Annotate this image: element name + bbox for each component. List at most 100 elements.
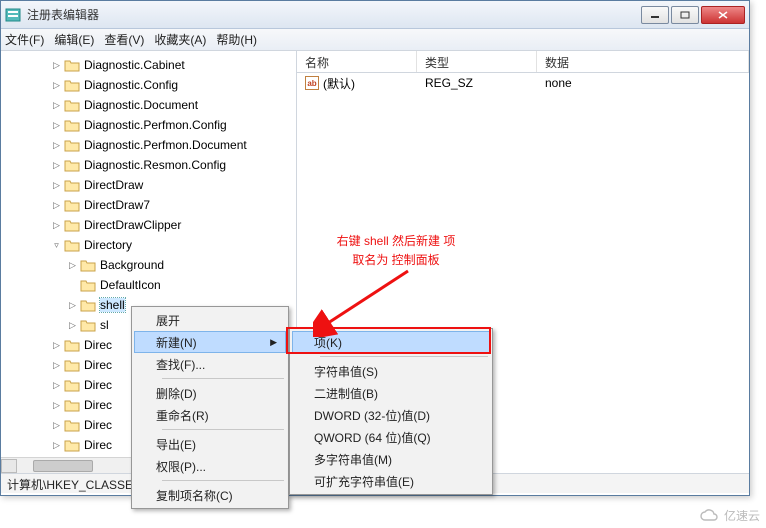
expand-icon[interactable]: ▷ [51, 160, 62, 171]
expand-icon[interactable]: ▷ [51, 400, 62, 411]
expand-icon[interactable]: ▷ [51, 100, 62, 111]
menu-item-label: 字符串值(S) [314, 363, 378, 380]
tree-label: sl [100, 318, 109, 332]
menu-item-label: 新建(N) [156, 334, 197, 351]
close-button[interactable] [701, 6, 745, 24]
menu-item-label: 删除(D) [156, 385, 197, 402]
expand-icon[interactable]: ▷ [51, 420, 62, 431]
regedit-window: 注册表编辑器 文件(F) 编辑(E) 查看(V) 收藏夹(A) 帮助(H) ▷D… [0, 0, 750, 496]
tree-label: Direc [84, 378, 112, 392]
menu-item[interactable]: 展开 [134, 309, 286, 331]
menu-item-label: QWORD (64 位)值(Q) [314, 429, 431, 446]
value-type: REG_SZ [417, 76, 537, 90]
expand-icon[interactable]: ▷ [51, 120, 62, 131]
tree-label: Background [100, 258, 164, 272]
menu-item-label: 复制项名称(C) [156, 487, 233, 504]
tree-node[interactable]: ▷DirectDrawClipper [1, 215, 296, 235]
scroll-thumb[interactable] [33, 460, 93, 472]
minimize-button[interactable] [641, 6, 669, 24]
list-row[interactable]: ab (默认) REG_SZnone [297, 73, 749, 93]
col-type[interactable]: 类型 [417, 51, 537, 72]
expand-icon[interactable]: ▿ [51, 240, 62, 251]
tree-label: Diagnostic.Perfmon.Document [84, 138, 247, 152]
menu-separator [162, 480, 284, 481]
expand-icon[interactable]: ▷ [51, 220, 62, 231]
col-name[interactable]: 名称 [297, 51, 417, 72]
menu-item-label: 导出(E) [156, 436, 196, 453]
expand-icon[interactable]: ▷ [51, 340, 62, 351]
tree-node[interactable]: ▷ Diagnostic.Resmon.Config [1, 155, 296, 175]
tree-node[interactable]: ▷ Diagnostic.Document [1, 95, 296, 115]
expand-icon[interactable]: ▷ [51, 380, 62, 391]
menu-item[interactable]: 重命名(R) [134, 404, 286, 426]
value-data: none [537, 76, 749, 90]
expand-icon[interactable]: ▷ [51, 360, 62, 371]
expand-icon[interactable]: ▷ [51, 80, 62, 91]
tree-label: Direc [84, 338, 112, 352]
menu-file[interactable]: 文件(F) [5, 31, 44, 48]
menu-fav[interactable]: 收藏夹(A) [154, 31, 206, 48]
menu-item[interactable]: QWORD (64 位)值(Q) [292, 426, 490, 448]
value-name: (默认) [323, 75, 355, 92]
tree-node[interactable]: ▷ Diagnostic.Cabinet [1, 55, 296, 75]
menubar: 文件(F) 编辑(E) 查看(V) 收藏夹(A) 帮助(H) [1, 29, 749, 51]
scroll-left-button[interactable] [1, 459, 17, 473]
menu-item-label: 可扩充字符串值(E) [314, 473, 414, 490]
expand-icon[interactable]: ▷ [51, 180, 62, 191]
menu-item[interactable]: 可扩充字符串值(E) [292, 470, 490, 492]
list-header: 名称 类型 数据 [297, 51, 749, 73]
menu-item[interactable]: 权限(P)... [134, 455, 286, 477]
maximize-button[interactable] [671, 6, 699, 24]
tree-label: Diagnostic.Cabinet [84, 58, 185, 72]
menu-item-label: 展开 [156, 312, 180, 329]
tree-node[interactable]: ▷Diagnostic.Perfmon.Config [1, 115, 296, 135]
tree-node[interactable]: ▷ DirectDraw7 [1, 195, 296, 215]
tree-node[interactable]: ▷DirectDraw [1, 175, 296, 195]
menu-item-label: DWORD (32-位)值(D) [314, 407, 430, 424]
tree-node[interactable]: ▷ Diagnostic.Perfmon.Document [1, 135, 296, 155]
menu-edit[interactable]: 编辑(E) [54, 31, 94, 48]
menu-view[interactable]: 查看(V) [104, 31, 144, 48]
tree-node[interactable]: ▷ Background [1, 255, 296, 275]
menu-item-label: 查找(F)... [156, 356, 205, 373]
menu-item[interactable]: 查找(F)... [134, 353, 286, 375]
tree-label: Direc [84, 418, 112, 432]
tree-label: Diagnostic.Resmon.Config [84, 158, 226, 172]
tree-node[interactable]: ▷ Diagnostic.Config [1, 75, 296, 95]
expand-icon[interactable]: ▷ [51, 440, 62, 451]
expand-icon[interactable]: ▷ [67, 260, 78, 271]
menu-item-label: 二进制值(B) [314, 385, 378, 402]
expand-icon[interactable]: ▷ [67, 300, 78, 311]
menu-item-label: 权限(P)... [156, 458, 206, 475]
menu-item[interactable]: 新建(N) ▶ [134, 331, 286, 353]
tree-label: shell [100, 298, 125, 312]
expand-icon[interactable]: ▷ [51, 200, 62, 211]
menu-separator [162, 378, 284, 379]
col-data[interactable]: 数据 [537, 51, 749, 72]
app-icon [5, 7, 21, 23]
menu-item[interactable]: DWORD (32-位)值(D) [292, 404, 490, 426]
expand-icon[interactable]: ▷ [51, 140, 62, 151]
expand-icon[interactable]: ▷ [67, 320, 78, 331]
tree-node[interactable]: DefaultIcon [1, 275, 296, 295]
submenu-arrow-icon: ▶ [270, 337, 277, 348]
tree-label: Diagnostic.Document [84, 98, 198, 112]
tree-node[interactable]: ▿Directory [1, 235, 296, 255]
window-title: 注册表编辑器 [27, 6, 639, 23]
menu-item[interactable]: 导出(E) [134, 433, 286, 455]
menu-item[interactable]: 删除(D) [134, 382, 286, 404]
tree-label: DirectDraw7 [84, 198, 150, 212]
string-value-icon: ab [305, 76, 319, 90]
menu-help[interactable]: 帮助(H) [216, 31, 257, 48]
menu-item[interactable]: 多字符串值(M) [292, 448, 490, 470]
menu-item[interactable]: 二进制值(B) [292, 382, 490, 404]
menu-item[interactable]: 字符串值(S) [292, 360, 490, 382]
tree-label: Diagnostic.Config [84, 78, 178, 92]
annotation-highlight [286, 327, 491, 354]
expand-icon[interactable] [67, 280, 78, 291]
titlebar[interactable]: 注册表编辑器 [1, 1, 749, 29]
expand-icon[interactable]: ▷ [51, 60, 62, 71]
menu-item[interactable]: 复制项名称(C) [134, 484, 286, 506]
annotation-text: 右键 shell 然后新建 项取名为 控制面板 [311, 231, 481, 269]
tree-label: DefaultIcon [100, 278, 161, 292]
